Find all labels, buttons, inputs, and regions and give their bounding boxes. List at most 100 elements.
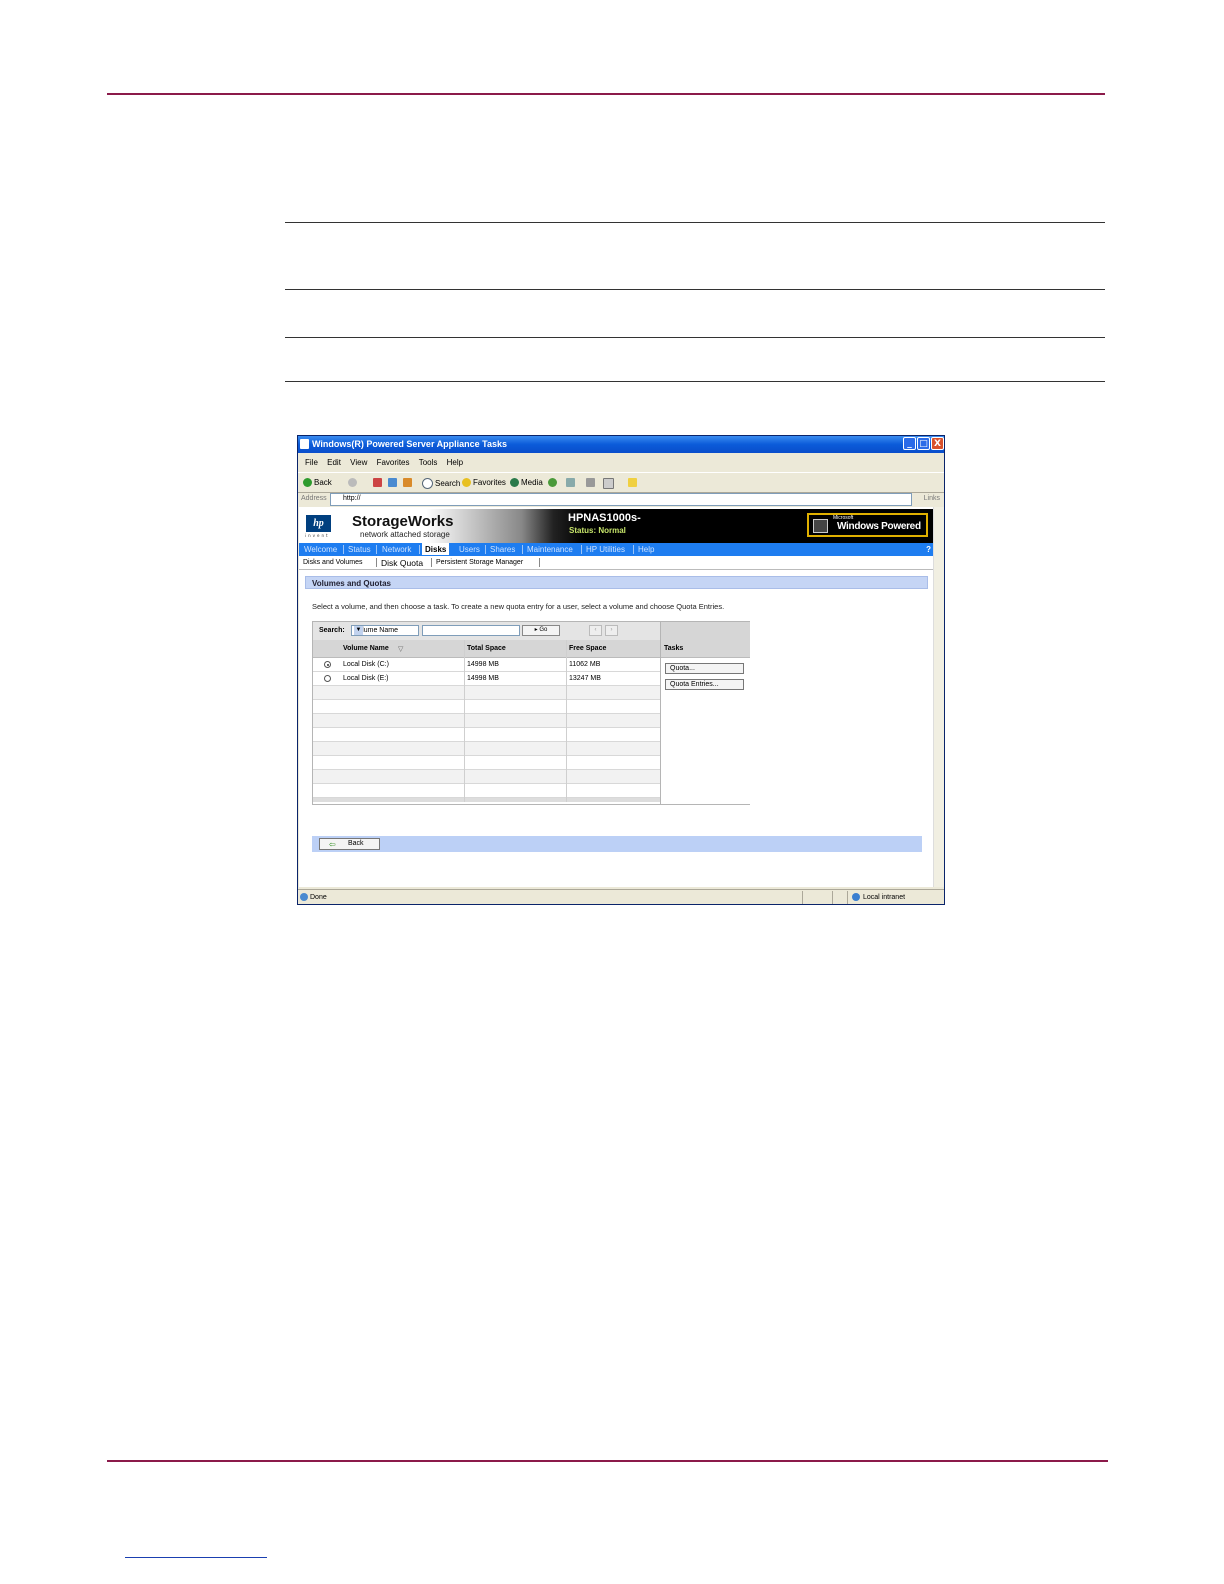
volumes-table: Search: Volume Name ▼ ▸ Go ‹ › Volume Na… (312, 621, 750, 805)
search-label: Search: (319, 627, 345, 634)
back-button[interactable]: ⇦ Back (319, 838, 380, 850)
nav-status[interactable]: Status (348, 545, 371, 554)
search-icon (422, 478, 433, 489)
window-title: Windows(R) Powered Server Appliance Task… (312, 439, 507, 449)
volume-radio[interactable] (324, 661, 331, 668)
empty-row (313, 686, 660, 700)
edit-toolbar-button[interactable] (603, 478, 614, 489)
prev-page-button[interactable]: ‹ (589, 625, 602, 636)
quota-button[interactable]: Quota... (665, 663, 744, 674)
minimize-button[interactable]: _ (903, 437, 916, 450)
divider-rule (285, 289, 1105, 290)
chevron-down-icon: ▼ (354, 626, 363, 635)
help-icon[interactable]: ? (926, 545, 931, 554)
subnav-disk-quota[interactable]: Disk Quota (381, 558, 423, 568)
empty-row (313, 784, 660, 798)
section-title: Volumes and Quotas (312, 579, 391, 588)
header-rule (107, 93, 1105, 95)
status-text: Done (310, 894, 327, 901)
menu-view[interactable]: View (350, 458, 367, 467)
favorites-toolbar-button[interactable]: Favorites (462, 478, 506, 487)
forward-arrow-icon (348, 478, 357, 487)
history-icon (548, 478, 557, 487)
stop-icon (373, 478, 382, 487)
column-volume-name[interactable]: Volume Name (343, 645, 389, 652)
nav-network[interactable]: Network (382, 545, 411, 554)
server-name: HPNAS1000s- (568, 512, 641, 524)
title-bar: Windows(R) Powered Server Appliance Task… (298, 436, 944, 453)
menu-file[interactable]: File (305, 458, 318, 467)
print-toolbar-button[interactable] (586, 478, 595, 487)
search-row: Search: Volume Name ▼ ▸ Go ‹ › (313, 622, 660, 641)
divider-rule (285, 222, 1105, 223)
history-toolbar-button[interactable] (548, 478, 557, 487)
storageworks-banner: hp invent StorageWorks network attached … (299, 509, 935, 543)
forward-toolbar-button[interactable] (348, 478, 357, 487)
ie-app-icon (300, 439, 309, 449)
home-toolbar-button[interactable] (403, 478, 412, 487)
security-zone: Local intranet (863, 894, 906, 901)
stop-toolbar-button[interactable] (373, 478, 382, 487)
menu-favorites[interactable]: Favorites (377, 458, 410, 467)
column-total-space[interactable]: Total Space (467, 645, 506, 652)
windows-powered-logo: Microsoft Windows Powered (807, 513, 928, 537)
restore-button[interactable]: □ (917, 437, 930, 450)
table-header: Volume Name ▽ Total Space Free Space (313, 640, 660, 658)
address-label: Address (301, 495, 327, 502)
sub-nav: Disks and Volumes Disk Quota Persistent … (299, 557, 935, 570)
search-input[interactable] (422, 625, 520, 636)
subnav-persistent-storage-manager[interactable]: Persistent Storage Manager (436, 559, 523, 566)
nav-maintenance[interactable]: Maintenance (527, 545, 573, 554)
messenger-toolbar-button[interactable] (628, 478, 637, 487)
nav-welcome[interactable]: Welcome (304, 545, 337, 554)
globe-icon (852, 893, 860, 901)
links-button[interactable]: Links (924, 495, 940, 502)
brand-subtitle: network attached storage (360, 530, 450, 539)
mail-icon (566, 478, 575, 487)
subnav-disks-and-volumes[interactable]: Disks and Volumes (303, 559, 363, 566)
menu-help[interactable]: Help (447, 458, 463, 467)
section-header: Volumes and Quotas (305, 576, 928, 589)
media-toolbar-button[interactable]: Media (510, 478, 543, 487)
menu-bar: File Edit View Favorites Tools Help (298, 454, 944, 470)
go-button[interactable]: ▸ Go (522, 625, 560, 636)
mail-toolbar-button[interactable] (566, 478, 575, 487)
search-field-select[interactable]: Volume Name ▼ (351, 625, 419, 636)
browser-window: Windows(R) Powered Server Appliance Task… (297, 435, 945, 905)
sort-icon: ▽ (398, 646, 404, 653)
print-icon (586, 478, 595, 487)
nav-hp-utilities[interactable]: HP Utilities (586, 545, 625, 554)
menu-edit[interactable]: Edit (327, 458, 341, 467)
nav-users[interactable]: Users (459, 545, 480, 554)
refresh-icon (388, 478, 397, 487)
empty-row (313, 742, 660, 756)
empty-row (313, 714, 660, 728)
hp-tagline: invent (305, 533, 330, 538)
home-icon (403, 478, 412, 487)
nav-help[interactable]: Help (638, 545, 654, 554)
vertical-scrollbar[interactable] (933, 507, 944, 887)
table-footer (313, 798, 660, 802)
next-page-button[interactable]: › (605, 625, 618, 636)
search-toolbar-button[interactable]: Search (422, 478, 460, 489)
table-row[interactable]: Local Disk (E:) 14998 MB 13247 MB (313, 672, 660, 686)
empty-row (313, 700, 660, 714)
address-input[interactable]: http:// (330, 493, 912, 506)
star-icon (462, 478, 471, 487)
volume-radio[interactable] (324, 675, 331, 682)
close-button[interactable]: X (931, 437, 944, 450)
nav-shares[interactable]: Shares (490, 545, 515, 554)
hp-logo: hp (305, 514, 332, 533)
refresh-toolbar-button[interactable] (388, 478, 397, 487)
nav-disks[interactable]: Disks (422, 543, 450, 555)
instructions: Select a volume, and then choose a task.… (312, 602, 725, 611)
column-free-space[interactable]: Free Space (569, 645, 606, 652)
empty-row (313, 770, 660, 784)
footer-rule (107, 1460, 1108, 1462)
menu-tools[interactable]: Tools (419, 458, 438, 467)
quota-entries-button[interactable]: Quota Entries... (665, 679, 744, 690)
table-row[interactable]: Local Disk (C:) 14998 MB 11062 MB (313, 658, 660, 672)
bottom-action-bar: ⇦ Back (312, 836, 922, 852)
back-toolbar-button[interactable]: Back (303, 478, 332, 487)
page-content: hp invent StorageWorks network attached … (299, 507, 935, 887)
